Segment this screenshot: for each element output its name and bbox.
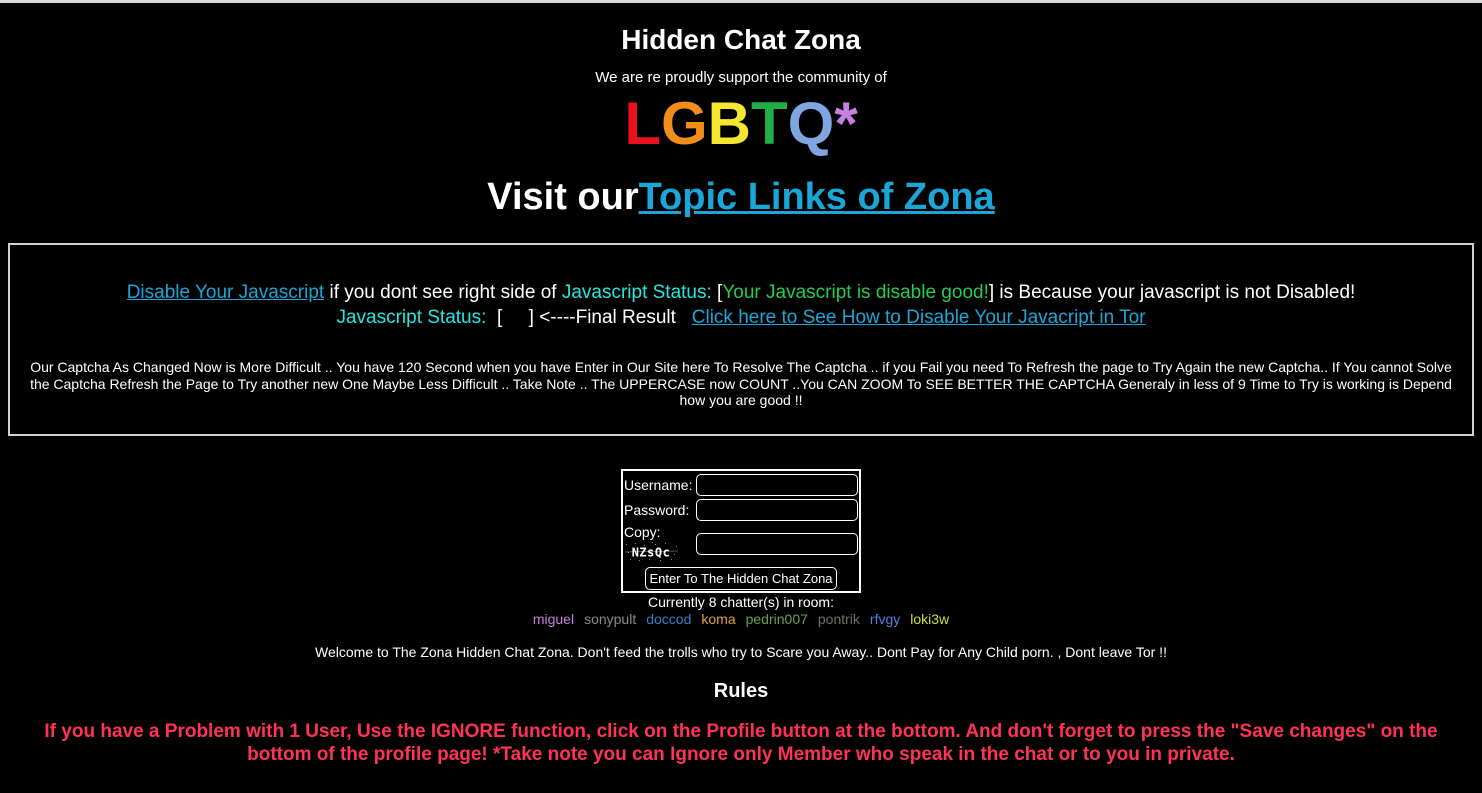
- captcha-text: NZsQc: [632, 546, 671, 560]
- ignore-rule: If you have a Problem with 1 User, Use t…: [44, 721, 1438, 765]
- chatter-name[interactable]: pedrin007: [746, 611, 808, 627]
- page: Hidden Chat Zona We are re proudly suppo…: [0, 3, 1482, 766]
- javascript-notice-box: Disable Your Javascript if you dont see …: [8, 243, 1474, 436]
- lgbtq-logo: LGBTQ*: [0, 89, 1482, 159]
- lgbtq-letter: Q: [787, 90, 835, 157]
- lgbtq-letter: B: [707, 90, 751, 157]
- page-title: Hidden Chat Zona: [621, 24, 861, 55]
- js-status-line-1: Disable Your Javascript if you dont see …: [10, 280, 1472, 305]
- welcome-text: Welcome to The Zona Hidden Chat Zona. Do…: [315, 644, 1167, 660]
- chatter-name[interactable]: pontrik: [818, 611, 860, 627]
- chatter-name[interactable]: loki3w: [910, 611, 949, 627]
- support-text: We are re proudly support the community …: [595, 69, 887, 86]
- chatter-name[interactable]: doccod: [646, 611, 691, 627]
- enter-chat-button[interactable]: Enter To The Hidden Chat Zona: [645, 567, 837, 590]
- lgbtq-letter: L: [624, 90, 661, 157]
- lgbtq-letter: G: [660, 90, 708, 157]
- js-status-label-2: Javascript Status:: [336, 307, 487, 328]
- js-status-line-2: Javascript Status: [ ] <----Final Result…: [10, 305, 1472, 330]
- topic-links-link[interactable]: Topic Links of Zona: [639, 176, 995, 218]
- js-status-label: Javascript Status:: [561, 282, 712, 303]
- chatters-count: Currently 8 chatter(s) in room:: [648, 594, 834, 610]
- bracket-open: [: [711, 282, 723, 303]
- disable-javascript-link[interactable]: Disable Your Javascript: [127, 282, 325, 303]
- howto-disable-link[interactable]: Click here to See How to Disable Your Ja…: [692, 307, 1146, 328]
- chatter-name[interactable]: koma: [701, 611, 735, 627]
- captcha-note: Our Captcha As Changed Now is More Diffi…: [30, 359, 1452, 408]
- js-status-good: Your Javascript is disable good!: [722, 282, 989, 303]
- chatter-name[interactable]: sonypult: [584, 611, 636, 627]
- chatter-name[interactable]: miguel: [533, 611, 574, 627]
- visit-prefix: Visit our: [487, 176, 639, 218]
- final-result-text: [ ] <----Final Result: [486, 307, 692, 328]
- captcha-input[interactable]: [696, 532, 858, 555]
- submit-wrap: Enter To The Hidden Chat Zona: [624, 565, 858, 590]
- username-label: Username:: [624, 476, 693, 493]
- lgbtq-letter: *: [834, 90, 858, 157]
- chatter-name[interactable]: rfvgy: [870, 611, 900, 627]
- lgbtq-letter: T: [750, 90, 788, 157]
- captcha-row: Copy: NZsQc: [624, 522, 858, 565]
- password-input[interactable]: [696, 498, 858, 521]
- visit-heading: Visit ourTopic Links of Zona: [0, 174, 1482, 220]
- rules-heading: Rules: [713, 680, 769, 702]
- js-line1-text: if you dont see right side of: [324, 282, 562, 303]
- password-label: Password:: [624, 501, 690, 518]
- captcha-left: Copy: NZsQc: [624, 524, 696, 563]
- password-row: Password:: [624, 497, 858, 522]
- captcha-image: NZsQc: [624, 541, 679, 563]
- login-form: Username: Password: Copy: NZsQc Enter To…: [621, 469, 861, 593]
- copy-label: Copy:: [624, 524, 661, 540]
- username-row: Username:: [624, 472, 858, 497]
- js-line1-tail: ] is Because your javascript is not Disa…: [988, 282, 1356, 303]
- chatter-names: miguel sonypult doccod koma pedrin007 pontrik…: [0, 611, 1482, 628]
- username-input[interactable]: [696, 473, 858, 496]
